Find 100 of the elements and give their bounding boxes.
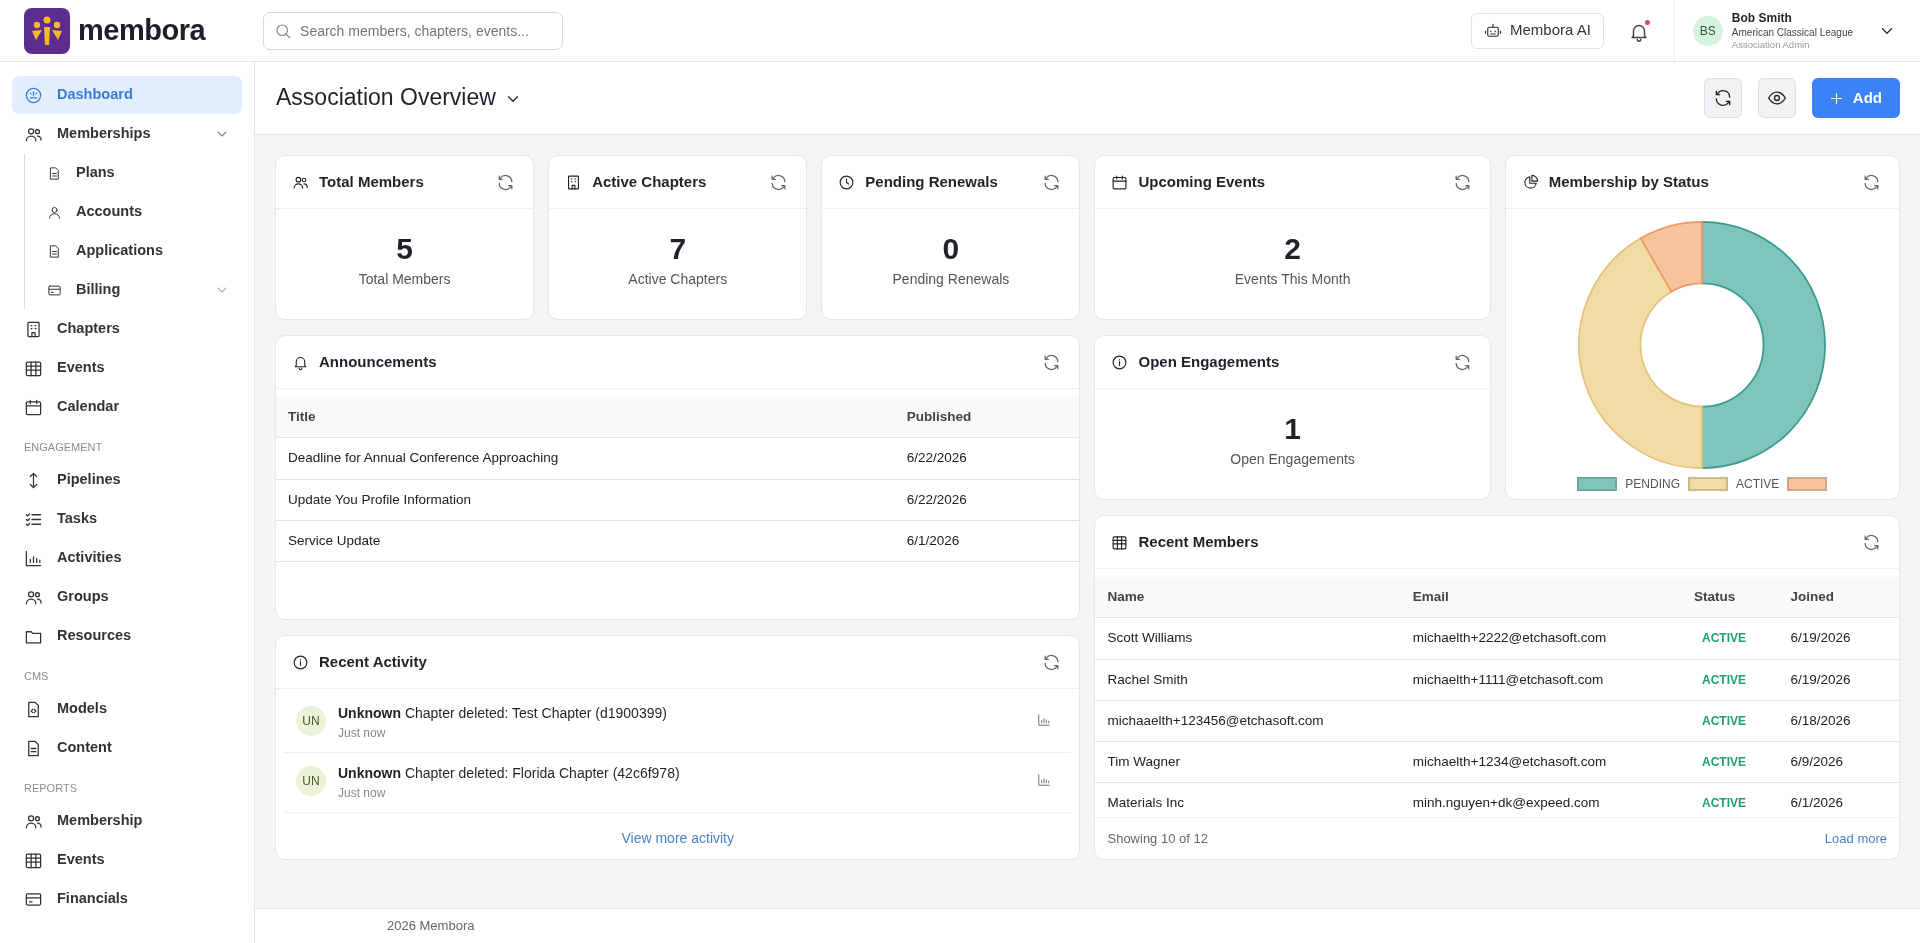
sidebar-item[interactable]: Events bbox=[12, 841, 242, 879]
card-title: Recent Activity bbox=[319, 651, 427, 672]
sidebar-item[interactable]: Chapters bbox=[12, 310, 242, 348]
sidebar-item[interactable]: Activities bbox=[12, 539, 242, 577]
column-header: Title bbox=[276, 397, 895, 438]
table-cell: Deadline for Annual Conference Approaching bbox=[276, 437, 895, 479]
sidebar-item[interactable]: Resources bbox=[12, 617, 242, 655]
stat-caption: Events This Month bbox=[1234, 270, 1351, 289]
stat-caption: Pending Renewals bbox=[892, 270, 1010, 289]
brand-name: membora bbox=[78, 12, 206, 48]
card-title: Upcoming Events bbox=[1138, 171, 1266, 192]
stat-value: 0 bbox=[942, 232, 960, 265]
sidebar-item[interactable]: Content bbox=[12, 729, 242, 767]
sidebar-item[interactable]: Events bbox=[12, 349, 242, 387]
clock-icon bbox=[838, 173, 856, 191]
column-header: Published bbox=[894, 397, 1080, 438]
table-cell: Scott Williams bbox=[1095, 617, 1401, 659]
column-header: Email bbox=[1400, 577, 1683, 618]
search-field[interactable]: Search members, chapters, events... bbox=[263, 11, 564, 50]
bar-chart-icon[interactable] bbox=[1037, 772, 1052, 787]
footer-text: 2026 Membora bbox=[387, 917, 475, 936]
sidebar-section-label: REPORTS bbox=[23, 780, 78, 796]
table-cell: 6/1/2026 bbox=[894, 520, 1080, 562]
sidebar-item[interactable]: Models bbox=[12, 690, 242, 728]
sidebar-item[interactable]: Membership bbox=[12, 802, 242, 840]
stat-caption: Open Engagements bbox=[1230, 450, 1355, 469]
bar-chart-icon[interactable] bbox=[1037, 712, 1052, 727]
pie-icon bbox=[1521, 173, 1539, 191]
card-title: Recent Members bbox=[1138, 531, 1259, 552]
table-cell: 6/1/2026 bbox=[1778, 782, 1899, 817]
user-avatar[interactable]: BS bbox=[1692, 15, 1723, 46]
table-cell: 6/19/2026 bbox=[1778, 659, 1899, 701]
card-title: Total Members bbox=[319, 171, 424, 192]
user-initials-avatar: UN bbox=[296, 706, 326, 736]
table-cell: michaaelth+123456@etchasoft.com bbox=[1095, 700, 1401, 742]
robot-icon bbox=[1483, 21, 1502, 40]
table-cell: michaelth+1111@etchasoft.com bbox=[1400, 659, 1683, 701]
sidebar-item[interactable]: Calendar bbox=[12, 388, 242, 426]
status-label: ACTIVE bbox=[1702, 631, 1747, 646]
user-name: Bob Smith bbox=[1731, 11, 1793, 26]
table-cell: 6/22/2026 bbox=[894, 479, 1080, 521]
legend-label: ACTIVE bbox=[1736, 476, 1780, 493]
table-cell: Rachel Smith bbox=[1095, 659, 1401, 701]
activity-time: Just now bbox=[338, 785, 387, 802]
view-more-link[interactable]: View more activity bbox=[621, 827, 734, 849]
column-header: Name bbox=[1095, 577, 1401, 618]
stat-caption: Total Members bbox=[358, 270, 451, 289]
card-title: Membership by Status bbox=[1548, 171, 1709, 192]
status-label: ACTIVE bbox=[1702, 672, 1747, 687]
card-title: Pending Renewals bbox=[865, 171, 998, 192]
table-cell: Update You Profile Information bbox=[276, 479, 895, 521]
info-icon bbox=[292, 653, 309, 671]
activity-text: Unknown Chapter deleted: Test Chapter (d1900399) bbox=[338, 704, 668, 723]
sidebar-item[interactable]: Financials bbox=[12, 880, 242, 918]
load-more-link[interactable]: Load more bbox=[1824, 828, 1887, 849]
card-title: Open Engagements bbox=[1138, 351, 1280, 372]
refresh-icon[interactable] bbox=[1862, 173, 1881, 193]
activity-text: Unknown Chapter deleted: Florida Chapter (42c6f978) bbox=[338, 764, 681, 783]
sidebar-item[interactable]: Plans bbox=[25, 154, 242, 192]
stat-value: 5 bbox=[396, 232, 413, 265]
calendar-icon bbox=[1111, 173, 1129, 191]
page-title: Association Overview bbox=[276, 84, 496, 112]
sidebar-item[interactable]: Tasks bbox=[12, 500, 242, 538]
sidebar-item[interactable]: Accounts bbox=[25, 193, 242, 231]
sidebar-item[interactable]: Applications bbox=[25, 232, 242, 270]
stat-value: 7 bbox=[669, 232, 687, 265]
ai-assistant-button[interactable]: Membora AI bbox=[1470, 12, 1604, 49]
results-count: Showing 10 of 12 bbox=[1107, 829, 1208, 848]
sidebar-section-label: CMS bbox=[23, 668, 50, 684]
stat-value: 1 bbox=[1284, 412, 1301, 445]
sidebar-item[interactable]: Pipelines bbox=[12, 461, 242, 499]
table-cell: 6/18/2026 bbox=[1778, 700, 1899, 742]
user-role: Association Admin bbox=[1731, 38, 1811, 50]
stat-caption: Active Chapters bbox=[628, 270, 728, 289]
refresh-button[interactable] bbox=[1703, 78, 1742, 118]
add-button[interactable]: Add bbox=[1811, 78, 1900, 118]
sidebar-item[interactable]: Dashboard bbox=[12, 76, 242, 114]
sidebar-item[interactable]: Billing bbox=[25, 271, 242, 309]
sidebar-item[interactable]: Groups bbox=[12, 578, 242, 616]
status-label: ACTIVE bbox=[1702, 713, 1747, 728]
sidebar-section-label: ENGAGEMENT bbox=[23, 439, 104, 455]
logo-icon[interactable] bbox=[24, 7, 70, 54]
table-cell: michaelth+2222@etchasoft.com bbox=[1400, 617, 1683, 659]
column-header: Status bbox=[1682, 577, 1779, 618]
table-icon bbox=[1111, 533, 1129, 551]
stat-value: 2 bbox=[1284, 232, 1301, 265]
card-title: Announcements bbox=[319, 351, 437, 372]
status-label: ACTIVE bbox=[1702, 796, 1747, 811]
table-cell: Tim Wagner bbox=[1095, 741, 1401, 783]
sidebar-item[interactable]: Memberships bbox=[12, 115, 242, 153]
table-cell: 6/9/2026 bbox=[1778, 741, 1899, 783]
table-cell: Service Update bbox=[276, 520, 895, 562]
refresh-icon[interactable] bbox=[1862, 533, 1881, 553]
info-icon bbox=[1111, 353, 1129, 371]
table-cell: 6/22/2026 bbox=[894, 437, 1080, 479]
organization-name: American Classical League bbox=[1731, 25, 1853, 39]
activity-time: Just now bbox=[338, 725, 387, 742]
table-cell: minh.nguyen+dk@expeed.com bbox=[1400, 782, 1683, 817]
preview-button[interactable] bbox=[1757, 78, 1796, 118]
legend-label: PENDING bbox=[1625, 476, 1681, 493]
